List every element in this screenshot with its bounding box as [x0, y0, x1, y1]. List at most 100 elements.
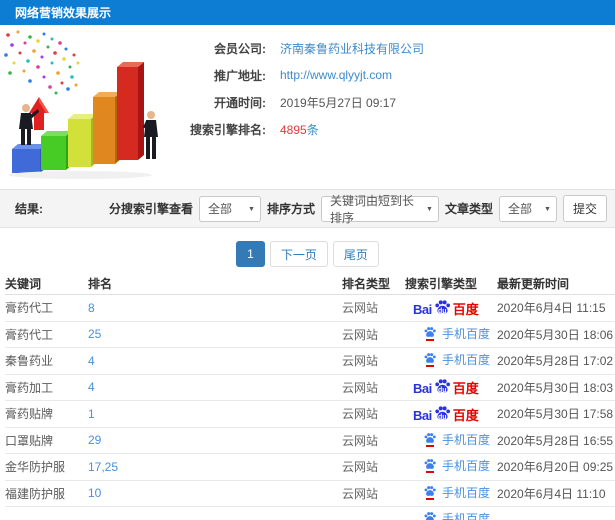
keyword-cell: 口罩贴牌: [5, 433, 54, 448]
info-block: 会员公司: 济南秦鲁药业科技有限公司 推广地址: http://www.qlyy…: [178, 25, 615, 142]
search-engine-cell: 手机百度: [405, 484, 497, 503]
rank-link[interactable]: 4: [88, 380, 342, 394]
baidu-bai-text: Bai: [413, 301, 432, 317]
keyword-cell: 膏药贴牌: [5, 407, 54, 422]
mobile-baidu-badge: 手机百度: [423, 325, 490, 342]
opened-time: 2019年5月27日 09:17: [280, 95, 397, 110]
filter-bar: 结果: 分搜索引擎查看 全部 ▼ 排序方式 关键词由短到长排序 ▼ 文章类型 全…: [0, 189, 615, 228]
rank-count-suffix: 条: [306, 122, 319, 137]
search-engine-cell: 手机百度: [405, 457, 497, 476]
updated-time-cell: 2020年5月28日 16:55: [497, 433, 614, 448]
rank-link[interactable]: 4: [88, 354, 342, 368]
search-engine-cell: 手机百度: [405, 431, 497, 450]
url-label: 推广地址:: [214, 68, 266, 83]
keyword-cell: 膏药代工: [5, 327, 54, 342]
info-section: 会员公司: 济南秦鲁药业科技有限公司 推广地址: http://www.qlyy…: [0, 25, 615, 189]
mobile-baidu-paw-icon: [423, 432, 437, 447]
chevron-down-icon: ▼: [426, 205, 433, 213]
article-type-select-value: 全部: [507, 202, 532, 216]
updated-time-cell: 2020年5月28日 17:02: [497, 354, 614, 369]
keyword-cell: 福建防护服: [5, 486, 66, 501]
company-label: 会员公司:: [214, 41, 266, 56]
updated-time-cell: 2020年5月30日 18:03: [497, 380, 614, 395]
table-body: 膏药代工 8 云网站 Bai du 百度 2020年6月4日 11:15 膏药代…: [5, 295, 615, 520]
mobile-baidu-underline: [426, 497, 434, 500]
rank-link[interactable]: 10: [88, 486, 342, 500]
mobile-baidu-badge: 手机百度: [423, 484, 490, 501]
search-engine-cell: Bai du 百度: [405, 299, 497, 317]
filter-group: 分搜索引擎查看 全部 ▼ 排序方式 关键词由短到长排序 ▼ 文章类型 全部 ▼ …: [109, 194, 607, 225]
rank-link[interactable]: 1: [88, 407, 342, 421]
mobile-baidu-paw-icon: [423, 511, 437, 520]
submit-button[interactable]: 提交: [562, 195, 607, 222]
sort-select[interactable]: 关键词由短到长排序 ▼: [320, 194, 439, 225]
mobile-baidu-badge: 手机百度: [423, 457, 490, 474]
keyword-cell: 秦鲁药业: [5, 354, 54, 369]
rank-type-cell: 云网站: [342, 354, 379, 369]
rank-type-cell: 云网站: [342, 327, 379, 342]
header-rank-type: 排名类型: [342, 276, 391, 291]
engine-select-value: 全部: [207, 202, 232, 216]
mobile-baidu-badge: 手机百度: [423, 431, 490, 448]
article-type-select[interactable]: 全部 ▼: [498, 195, 557, 222]
chevron-down-icon: ▼: [544, 205, 551, 213]
table-header-row: 关键词 排名 排名类型 搜索引擎类型 最新更新时间: [5, 272, 615, 295]
mobile-baidu-paw-icon: [423, 458, 437, 474]
mobile-baidu-paw-icon: [423, 352, 437, 368]
mobile-baidu-paw-icon: [423, 326, 437, 341]
mobile-baidu-label: 手机百度: [442, 512, 491, 520]
mobile-baidu-label: 手机百度: [442, 459, 491, 474]
rank-link[interactable]: 8: [88, 301, 342, 315]
rank-count-label: 搜索引擎排名:: [190, 122, 266, 137]
chevron-down-icon: ▼: [248, 205, 255, 213]
baidu-cn-text: 百度: [452, 381, 479, 397]
next-page-button[interactable]: 下一页: [269, 241, 328, 267]
header-updated: 最新更新时间: [497, 276, 570, 291]
table-row: 秦鲁药业 4 云网站 手机百度 2020年5月28日 17:02: [5, 348, 615, 375]
mobile-baidu-underline: [426, 365, 434, 368]
baidu-cn-text: 百度: [452, 407, 479, 423]
baidu-cn-text: 百度: [452, 301, 479, 317]
search-engine-cell: Bai du 百度: [405, 405, 497, 423]
rank-count-value: 4895条: [280, 121, 319, 138]
promotion-url-link[interactable]: http://www.qlyyjt.com: [280, 68, 392, 82]
search-engine-cell: 手机百度: [405, 325, 497, 344]
rank-type-cell: 云网站: [342, 301, 379, 316]
mobile-baidu-underline: [426, 338, 434, 341]
red-bar-icon: [117, 62, 144, 160]
green-bar-icon: [41, 131, 72, 170]
baidu-paw-icon: du: [433, 405, 452, 422]
baidu-du-text: du: [437, 413, 447, 421]
mobile-baidu-badge: 手机百度: [423, 510, 490, 520]
table-row: 膏药代工 25 云网站 手机百度 2020年5月30日 18:06: [5, 322, 615, 348]
last-page-button[interactable]: 尾页: [332, 241, 379, 267]
updated-time-cell: 2020年5月30日 18:06: [497, 327, 614, 342]
header-rank: 排名: [88, 276, 113, 291]
orange-bar-icon: [93, 92, 121, 164]
header-engine-type: 搜索引擎类型: [405, 276, 478, 291]
mobile-baidu-underline: [426, 444, 434, 447]
confetti-icon: [4, 30, 80, 95]
pagination: 1 下一页 尾页: [0, 228, 615, 272]
company-link[interactable]: 济南秦鲁药业科技有限公司: [280, 40, 424, 57]
type-filter-label: 文章类型: [444, 202, 493, 216]
rank-link[interactable]: 17,25: [88, 460, 342, 474]
marketing-report-page: 网络营销效果展示 会员公司: 济南秦鲁药业科技有限公司 推广地址: http:/…: [0, 0, 615, 520]
info-row-opened: 开通时间: 2019年5月27日 09:17: [178, 89, 615, 115]
businessman-right-icon: [143, 111, 158, 159]
rank-link[interactable]: 29: [88, 433, 342, 447]
rank-link[interactable]: 25: [88, 327, 342, 341]
rank-type-cell: 云网站: [342, 380, 379, 395]
mobile-baidu-badge: 手机百度: [423, 351, 490, 368]
baidu-logo: Bai du 百度: [413, 299, 479, 316]
rank-type-cell: 云网站: [342, 460, 379, 475]
keyword-ranking-table: 关键词 排名 排名类型 搜索引擎类型 最新更新时间 膏药代工 8 云网站 Bai…: [0, 272, 615, 520]
baidu-paw-icon: du: [433, 378, 452, 395]
search-engine-cell: 手机百度: [405, 510, 497, 520]
keyword-cell: 膏药加工: [5, 380, 54, 395]
engine-select[interactable]: 全部 ▼: [198, 195, 261, 222]
baidu-logo: Bai du 百度: [413, 378, 479, 395]
page-1-button[interactable]: 1: [236, 241, 265, 267]
updated-time-cell: 2020年5月30日 17:58: [497, 407, 614, 422]
result-label: 结果:: [15, 202, 43, 216]
